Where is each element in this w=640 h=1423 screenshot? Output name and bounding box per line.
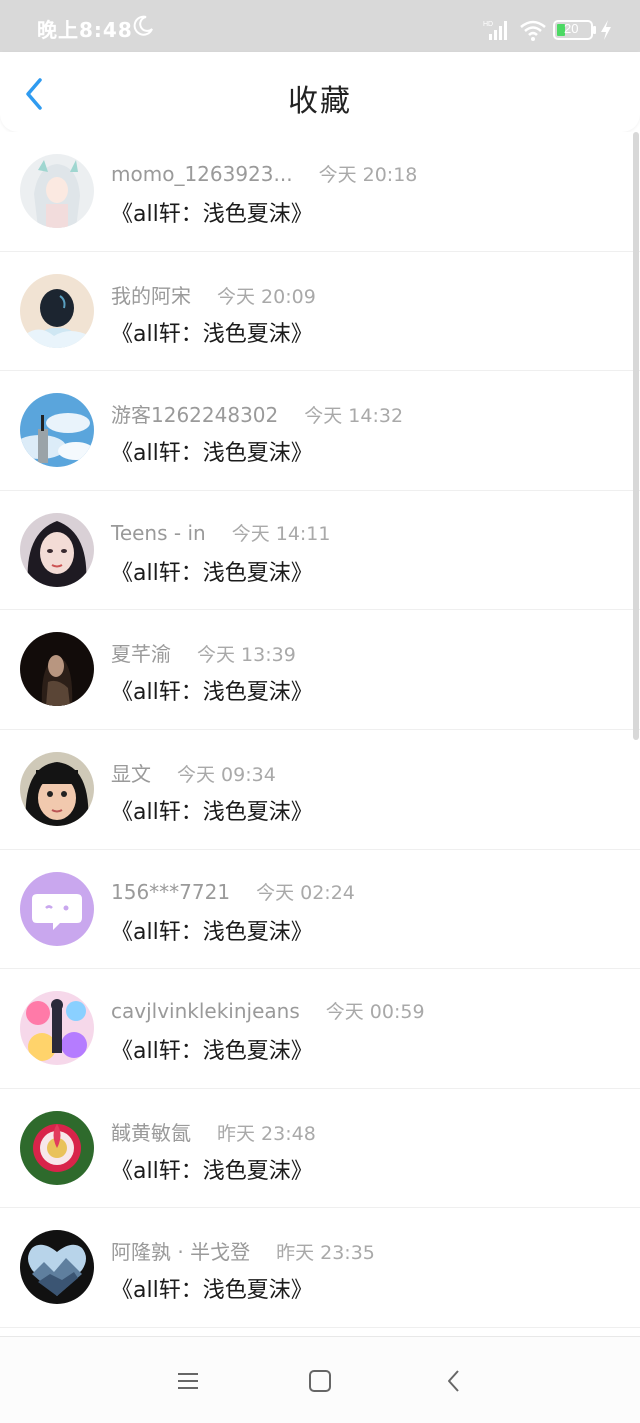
item-time: 昨天 23:35 [276, 1242, 375, 1265]
avatar-back-of-head-icon[interactable] [20, 273, 94, 348]
item-meta: 夏芊渝 今天 13:39 [111, 638, 296, 667]
item-title[interactable]: 《all轩：浅色夏沫》 [111, 435, 313, 467]
item-title[interactable]: 《all轩：浅色夏沫》 [111, 794, 313, 826]
item-meta: 阿隆孰 · 半戈登 昨天 23:35 [111, 1236, 375, 1265]
list-item[interactable]: 阿隆孰 · 半戈登 昨天 23:35 《all轩：浅色夏沫》 [0, 1208, 640, 1328]
item-username: Teens - in [111, 520, 206, 545]
list-item[interactable]: 156***7721 今天 02:24 《all轩：浅色夏沫》 [0, 850, 640, 970]
item-meta: 我的阿宋 今天 20:09 [111, 280, 316, 309]
status-bar: 晚上8:48 HD 20 [0, 0, 640, 52]
item-meta: Teens - in 今天 14:11 [111, 519, 330, 546]
list-item[interactable]: cavjlvinklekinjeans 今天 00:59 《all轩：浅色夏沫》 [0, 969, 640, 1089]
page-title: 收藏 [288, 84, 352, 119]
item-meta: 游客1262248302 今天 14:32 [111, 399, 403, 428]
battery-level: 20 [564, 21, 579, 36]
svg-text:HD: HD [483, 21, 493, 28]
status-time: 晚上8:48 [37, 18, 133, 42]
avatar-dark-portrait-icon[interactable] [20, 632, 94, 707]
item-title[interactable]: 《all轩：浅色夏沫》 [111, 1272, 313, 1304]
item-meta: 156***7721 今天 02:24 [111, 878, 355, 905]
avatar-default-chat-icon[interactable] [20, 871, 94, 946]
item-time: 今天 02:24 [256, 881, 355, 904]
avatar-colorful-art-icon[interactable] [20, 991, 94, 1066]
list-item[interactable]: 显文 今天 09:34 《all轩：浅色夏沫》 [0, 730, 640, 850]
item-time: 昨天 23:48 [217, 1122, 316, 1145]
item-username: 夏芊渝 [111, 642, 171, 667]
wifi-icon [520, 20, 546, 41]
item-time: 今天 20:09 [217, 285, 316, 308]
list-item[interactable]: 夏芊渝 今天 13:39 《all轩：浅色夏沫》 [0, 610, 640, 730]
item-username: 馘黄敏氤 [111, 1120, 191, 1145]
item-meta: 馘黄敏氤 昨天 23:48 [111, 1117, 316, 1146]
scrollbar[interactable] [633, 132, 639, 740]
avatar-sky-icon[interactable] [20, 393, 94, 468]
favorites-list: momo_1263923... 今天 20:18 《all轩：浅色夏沫》 我的阿宋… [0, 132, 640, 1336]
system-nav-bar [0, 1336, 640, 1423]
item-time: 今天 13:39 [197, 644, 296, 667]
item-title[interactable]: 《all轩：浅色夏沫》 [111, 1033, 313, 1065]
charging-bolt-icon [601, 20, 611, 40]
avatar-anime-girl-icon[interactable] [20, 154, 94, 228]
signal-icon: HD [483, 21, 507, 40]
header: 收藏 [0, 52, 640, 132]
item-username: 156***7721 [111, 879, 231, 904]
item-meta: 显文 今天 09:34 [111, 758, 276, 787]
item-title[interactable]: 《all轩：浅色夏沫》 [111, 555, 313, 587]
item-username: 显文 [111, 761, 151, 786]
avatar-mountain-heart-icon[interactable] [20, 1230, 94, 1305]
list-item[interactable]: Teens - in 今天 14:11 《all轩：浅色夏沫》 [0, 491, 640, 611]
item-title[interactable]: 《all轩：浅色夏沫》 [111, 1153, 313, 1185]
item-title[interactable]: 《all轩：浅色夏沫》 [111, 674, 313, 706]
list-item[interactable]: 馘黄敏氤 昨天 23:48 《all轩：浅色夏沫》 [0, 1089, 640, 1209]
item-username: momo_1263923... [111, 162, 293, 186]
list-item[interactable]: 游客1262248302 今天 14:32 《all轩：浅色夏沫》 [0, 371, 640, 491]
avatar-portrait-icon[interactable] [20, 512, 94, 587]
item-time: 今天 09:34 [177, 763, 276, 786]
item-time: 今天 14:32 [304, 405, 404, 428]
item-title[interactable]: 《all轩：浅色夏沫》 [111, 196, 313, 228]
item-time: 今天 14:11 [231, 522, 331, 545]
item-username: 我的阿宋 [111, 283, 191, 308]
back-nav-icon[interactable] [440, 1367, 468, 1395]
battery-icon: 20 [553, 20, 597, 40]
avatar-child-icon[interactable] [20, 751, 94, 826]
list-item[interactable]: momo_1263923... 今天 20:18 《all轩：浅色夏沫》 [0, 132, 640, 252]
menu-icon[interactable] [174, 1367, 202, 1395]
item-meta: momo_1263923... 今天 20:18 [111, 160, 417, 187]
item-username: cavjlvinklekinjeans [111, 999, 300, 1024]
moon-icon [133, 15, 153, 36]
item-meta: cavjlvinklekinjeans 今天 00:59 [111, 997, 425, 1024]
item-username: 游客1262248302 [111, 403, 279, 428]
item-title[interactable]: 《all轩：浅色夏沫》 [111, 914, 313, 946]
item-time: 今天 00:59 [325, 1001, 425, 1024]
list-item[interactable]: 我的阿宋 今天 20:09 《all轩：浅色夏沫》 [0, 252, 640, 372]
item-time: 今天 20:18 [318, 164, 418, 186]
home-icon[interactable] [306, 1367, 334, 1395]
item-username: 阿隆孰 · 半戈登 [111, 1240, 251, 1265]
item-title[interactable]: 《all轩：浅色夏沫》 [111, 316, 313, 348]
avatar-flower-icon[interactable] [20, 1110, 94, 1185]
